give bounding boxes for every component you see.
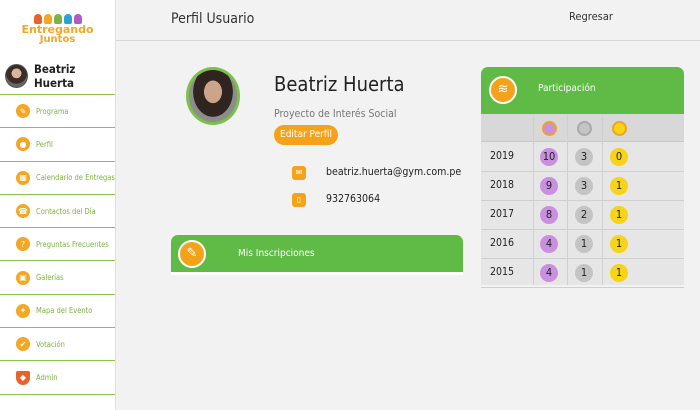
map-icon: ✦ bbox=[16, 303, 30, 318]
inscripciones-card[interactable]: ✎ Mis Inscripciones bbox=[171, 235, 463, 275]
sidebar-item-label: Perfil bbox=[36, 139, 53, 149]
count-badge: 4 bbox=[540, 264, 558, 282]
sidebar-item-galerías[interactable]: ▣ Galerías bbox=[0, 261, 115, 295]
count-badge: 3 bbox=[575, 177, 593, 195]
profile-role: Proyecto de Interés Social bbox=[274, 108, 397, 120]
profile-name: Beatriz Huerta bbox=[274, 72, 405, 96]
participacion-column-headers bbox=[481, 114, 684, 142]
email-icon: ✉ bbox=[292, 166, 306, 180]
sidebar-item-calendario-de-entregas[interactable]: ▦ Calendario de Entregas bbox=[0, 162, 115, 195]
row-year: 2016 bbox=[490, 237, 515, 249]
row-year: 2017 bbox=[490, 208, 515, 220]
count-badge: 4 bbox=[540, 235, 558, 253]
edit-note-icon: ✎ bbox=[178, 240, 206, 268]
calendar-icon: ▦ bbox=[16, 170, 30, 185]
count-badge: 1 bbox=[610, 235, 628, 253]
app-logo[interactable]: Entregando Juntos bbox=[0, 0, 115, 58]
sidebar-item-label: Calendario de Entregas bbox=[36, 173, 115, 183]
sidebar: Entregando Juntos Beatriz Huerta ✎ Progra… bbox=[0, 0, 116, 410]
count-badge: 1 bbox=[575, 264, 593, 282]
count-badge: 3 bbox=[575, 148, 593, 166]
row-year: 2015 bbox=[490, 266, 515, 278]
avatar bbox=[5, 64, 28, 88]
participacion-header: ≋ Participación bbox=[481, 67, 684, 114]
sidebar-item-preguntas-frecuentes[interactable]: ? Preguntas Frecuentes bbox=[0, 228, 115, 262]
sidebar-item-perfil[interactable]: ● Perfil bbox=[0, 128, 115, 162]
sidebar-user-name: Beatriz Huerta bbox=[33, 62, 76, 90]
edit-profile-button[interactable]: Editar Perfil bbox=[274, 125, 338, 145]
participation-logo-icon: ≋ bbox=[489, 76, 517, 104]
row-year: 2018 bbox=[490, 179, 515, 191]
participacion-title: Participación bbox=[538, 83, 596, 94]
page-header: Perfil Usuario Regresar bbox=[116, 0, 700, 41]
table-row: 2017 8 2 1 bbox=[481, 201, 684, 230]
gallery-icon: ▣ bbox=[16, 270, 30, 285]
column-silver-icon bbox=[577, 121, 592, 136]
sidebar-item-programa[interactable]: ✎ Programa bbox=[0, 95, 115, 129]
count-badge: 1 bbox=[575, 235, 593, 253]
sidebar-item-label: Preguntas Frecuentes bbox=[36, 239, 109, 249]
back-button[interactable]: Regresar bbox=[569, 10, 613, 23]
logo-text-line2: Juntos bbox=[39, 34, 76, 45]
sidebar-item-contactos-del-día[interactable]: ☎ Contactos del Día bbox=[0, 195, 115, 229]
sidebar-item-votación[interactable]: ✔ Votación bbox=[0, 328, 115, 362]
column-gold-icon bbox=[612, 121, 627, 136]
participacion-card: ≋ Participación 2019 10 3 0 2018 9 3 1 2017 8 2 1 20… bbox=[481, 67, 684, 288]
sidebar-item-label: Admin bbox=[36, 373, 58, 383]
sidebar-item-admin[interactable]: ◆ Admin bbox=[0, 361, 115, 395]
count-badge: 10 bbox=[540, 148, 558, 166]
count-badge: 9 bbox=[540, 177, 558, 195]
page-title: Perfil Usuario bbox=[171, 11, 255, 27]
shield-icon: ◆ bbox=[16, 370, 30, 385]
count-badge: 1 bbox=[610, 264, 628, 282]
vote-icon: ✔ bbox=[16, 337, 30, 352]
sidebar-user[interactable]: Beatriz Huerta bbox=[0, 58, 115, 95]
program-icon: ✎ bbox=[16, 104, 30, 119]
inscripciones-title: Mis Inscripciones bbox=[238, 248, 315, 259]
table-row: 2019 10 3 0 bbox=[481, 143, 684, 172]
contacts-icon: ☎ bbox=[16, 204, 30, 219]
sidebar-item-label: Mapa del Evento bbox=[36, 306, 93, 316]
sidebar-item-label: Galerías bbox=[36, 273, 64, 283]
profile-icon: ● bbox=[16, 137, 30, 152]
table-row: 2018 9 3 1 bbox=[481, 172, 684, 201]
profile-email[interactable]: beatriz.huerta@gym.com.pe bbox=[326, 166, 461, 178]
sidebar-item-label: Votación bbox=[36, 339, 65, 349]
profile-avatar bbox=[186, 67, 240, 125]
table-row: 2016 4 1 1 bbox=[481, 230, 684, 259]
faq-icon: ? bbox=[16, 237, 30, 252]
table-row: 2015 4 1 1 bbox=[481, 259, 684, 288]
sidebar-item-mapa-del-evento[interactable]: ✦ Mapa del Evento bbox=[0, 295, 115, 329]
sidebar-item-label: Programa bbox=[36, 106, 69, 116]
count-badge: 1 bbox=[610, 177, 628, 195]
count-badge: 8 bbox=[540, 206, 558, 224]
sidebar-item-label: Contactos del Día bbox=[36, 206, 96, 216]
sidebar-nav: ✎ Programa ● Perfil ▦ Calendario de Entregas ☎… bbox=[0, 95, 115, 395]
row-year: 2019 bbox=[490, 150, 515, 162]
count-badge: 0 bbox=[610, 148, 628, 166]
profile-phone[interactable]: 932763064 bbox=[326, 193, 380, 205]
column-purple-icon bbox=[542, 121, 557, 136]
count-badge: 2 bbox=[575, 206, 593, 224]
phone-icon: ▯ bbox=[292, 193, 306, 207]
count-badge: 1 bbox=[610, 206, 628, 224]
